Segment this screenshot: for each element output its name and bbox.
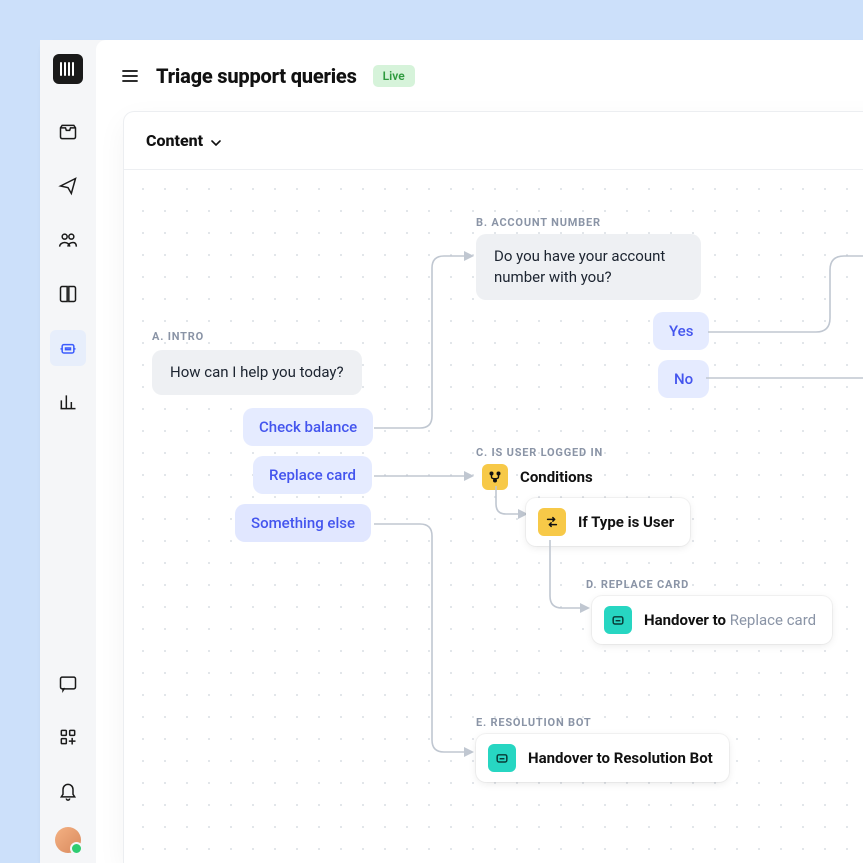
nav-inbox-icon[interactable]	[50, 114, 86, 150]
resolution-bot-handover[interactable]: Handover to Resolution Bot	[476, 734, 729, 782]
section-label-b: B. ACCOUNT NUMBER	[476, 216, 601, 229]
account-option-yes[interactable]: Yes	[653, 312, 709, 350]
nav-send-icon[interactable]	[50, 168, 86, 204]
status-badge: Live	[373, 65, 415, 87]
section-label-d: D. REPLACE CARD	[586, 578, 689, 591]
condition-rule-card[interactable]: If Type is User	[526, 498, 690, 546]
nav-people-icon[interactable]	[50, 222, 86, 258]
app-logo[interactable]	[53, 54, 83, 84]
section-label-a: A. INTRO	[152, 330, 204, 343]
conditions-title: Conditions	[520, 468, 593, 486]
nav-help-icon[interactable]	[50, 665, 86, 701]
intro-prompt-bubble[interactable]: How can I help you today?	[152, 350, 362, 395]
intro-option-replace-card[interactable]: Replace card	[253, 456, 372, 494]
content-dropdown-label: Content	[146, 131, 203, 150]
intro-option-something-else[interactable]: Something else	[235, 504, 371, 542]
flow-canvas[interactable]: A. INTRO How can I help you today? Check…	[124, 170, 863, 863]
condition-rule-text: If Type is User	[578, 513, 674, 531]
page-title: Triage support queries	[156, 64, 357, 88]
arrow-something-else	[372, 516, 492, 776]
menu-icon[interactable]	[120, 66, 140, 86]
intro-option-check-balance[interactable]: Check balance	[243, 408, 373, 446]
canvas-toolbar: Content	[124, 112, 863, 170]
resolution-bot-label: Handover to Resolution Bot	[528, 749, 713, 767]
topbar: Triage support queries Live	[96, 40, 863, 112]
arrow-no-offscreen	[704, 370, 863, 390]
section-label-c: C. IS USER LOGGED IN	[476, 446, 603, 459]
arrow-replace-card	[372, 468, 492, 488]
nav-notifications-icon[interactable]	[50, 773, 86, 809]
canvas-container: Content A. INTRO How can I help you toda…	[124, 112, 863, 863]
replace-card-label: Handover to Replace card	[644, 611, 816, 629]
arrow-check-balance	[372, 250, 492, 450]
replace-card-handover[interactable]: Handover to Replace card	[592, 596, 832, 644]
section-label-e: E. RESOLUTION BOT	[476, 716, 592, 729]
nav-analytics-icon[interactable]	[50, 384, 86, 420]
nav-book-icon[interactable]	[50, 276, 86, 312]
content-dropdown[interactable]: Content	[146, 131, 221, 150]
sidebar	[40, 40, 96, 863]
account-prompt-bubble[interactable]: Do you have your account number with you…	[476, 234, 701, 300]
bot-icon	[604, 606, 632, 634]
swap-icon	[538, 508, 566, 536]
main: Triage support queries Live Content A. I…	[96, 40, 863, 863]
bot-icon	[488, 744, 516, 772]
arrow-yes-offscreen	[706, 250, 863, 350]
account-option-no[interactable]: No	[658, 360, 709, 398]
user-avatar[interactable]	[55, 827, 81, 853]
nav-apps-icon[interactable]	[50, 719, 86, 755]
chevron-down-icon	[211, 131, 221, 150]
nav-bot-icon[interactable]	[50, 330, 86, 366]
